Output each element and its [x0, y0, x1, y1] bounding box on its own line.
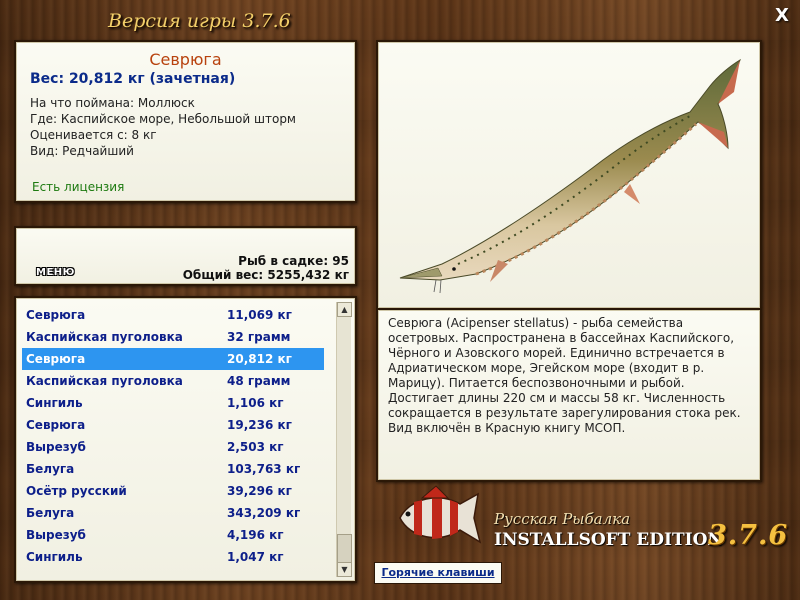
catch-row-fish: Севрюга — [26, 308, 86, 322]
total-weight: Общий вес: 5255,432 кг — [182, 268, 349, 282]
catch-row[interactable]: Севрюга 19,236 кг — [22, 414, 355, 436]
catch-row-weight: 39,296 кг — [227, 484, 292, 498]
catch-row[interactable]: Вырезуб 4,196 кг — [22, 524, 355, 546]
catch-row-weight: 20,812 кг — [227, 352, 292, 366]
catch-row-weight: 48 грамм — [227, 374, 291, 388]
logo-line1: Русская Рыбалка — [494, 510, 631, 528]
catch-row-fish: Сингиль — [26, 550, 83, 564]
rarity-line: Вид: Редчайший — [30, 144, 134, 158]
catch-row-fish: Сингиль — [26, 396, 83, 410]
catch-row-weight: 4,196 кг — [227, 528, 284, 542]
catch-row[interactable]: Каспийская пуголовка 32 грамм — [22, 326, 355, 348]
fish-weight: Вес: 20,812 кг (зачетная) — [30, 71, 236, 87]
sturgeon-illustration — [399, 58, 741, 294]
catch-row-fish: Севрюга — [26, 352, 86, 366]
catch-row[interactable]: Севрюга 20,812 кг — [22, 348, 324, 370]
catch-row[interactable]: Севрюга 11,069 кг — [22, 304, 355, 326]
hotkeys-button[interactable]: Горячие клавиши — [374, 562, 502, 584]
catch-row-fish: Каспийская пуголовка — [26, 330, 183, 344]
scroll-up-icon[interactable]: ▲ — [337, 302, 352, 317]
license-status: Есть лицензия — [32, 180, 125, 194]
catch-row-weight: 1,047 кг — [227, 550, 284, 564]
catch-row-weight: 32 грамм — [227, 330, 291, 344]
fish-name: Севрюга — [149, 50, 222, 69]
logo-line2: INSTALLSOFT EDITION — [494, 530, 723, 550]
catch-row-weight: 19,236 кг — [227, 418, 292, 432]
catch-row-fish: Вырезуб — [26, 528, 86, 542]
catch-row-fish: Осётр русский — [26, 484, 127, 498]
catch-row-fish: Севрюга — [26, 418, 86, 432]
catch-list[interactable]: Севрюга 11,069 кг Каспийская пуголовка 32 г… — [14, 296, 357, 583]
window-title: Версия игры 3.7.6 — [108, 10, 291, 32]
scroll-down-icon[interactable]: ▼ — [337, 562, 352, 577]
rating-line: Оценивается с: 8 кг — [30, 128, 157, 142]
catch-row[interactable]: Осётр русский 39,296 кг — [22, 480, 355, 502]
catch-row-fish: Белуга — [26, 462, 75, 476]
catch-row-weight: 343,209 кг — [227, 506, 301, 520]
catch-row[interactable]: Каспийская пуголовка 48 грамм — [22, 370, 355, 392]
red-white-fish-logo — [399, 485, 482, 544]
fish-count: Рыб в садке: 95 — [238, 254, 349, 268]
catch-row[interactable]: Сингиль 1,106 кг — [22, 392, 355, 414]
catch-row-weight: 2,503 кг — [227, 440, 284, 454]
catch-row-fish: Вырезуб — [26, 440, 86, 454]
location-line: Где: Каспийское море, Небольшой шторм — [30, 112, 296, 126]
catch-row[interactable]: Сингиль 1,047 кг — [22, 546, 355, 568]
catch-row[interactable]: Белуга 103,763 кг — [22, 458, 355, 480]
catch-row-weight: 103,763 кг — [227, 462, 301, 476]
catch-row-weight: 1,106 кг — [227, 396, 284, 410]
catch-row[interactable]: Белуга 343,209 кг — [22, 502, 355, 524]
keepnet-summary-panel: МЕНЮ Рыб в садке: 95 Общий вес: 5255,432… — [14, 226, 357, 286]
logo-version: 3.7.6 — [708, 520, 789, 551]
catch-rows: Севрюга 11,069 кг Каспийская пуголовка 32 г… — [22, 304, 355, 568]
catch-row[interactable]: Вырезуб 2,503 кг — [22, 436, 355, 458]
bait-line: На что поймана: Моллюск — [30, 96, 195, 110]
menu-button[interactable]: МЕНЮ — [36, 267, 75, 278]
list-scrollbar[interactable]: ▲ ▼ — [336, 302, 352, 577]
catch-row-fish: Каспийская пуголовка — [26, 374, 183, 388]
catch-row-weight: 11,069 кг — [227, 308, 292, 322]
fish-picture-panel — [376, 40, 762, 310]
catch-row-fish: Белуга — [26, 506, 75, 520]
fish-info-panel: Севрюга Вес: 20,812 кг (зачетная) На что… — [14, 40, 357, 203]
fish-description-panel: Севрюга (Acipenser stellatus) - рыба сем… — [376, 310, 762, 482]
close-icon[interactable]: X — [771, 6, 793, 26]
fish-description: Севрюга (Acipenser stellatus) - рыба сем… — [388, 316, 741, 435]
